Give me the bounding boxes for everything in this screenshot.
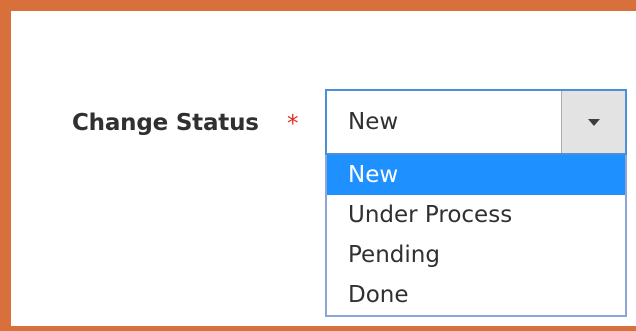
change-status-label: Change Status — [72, 110, 259, 136]
selected-status-value: New — [348, 109, 399, 135]
chevron-down-icon — [588, 119, 600, 126]
required-indicator: * — [287, 111, 299, 137]
option-under-process[interactable]: Under Process — [327, 195, 625, 235]
option-done[interactable]: Done — [327, 275, 625, 315]
dropdown-toggle-button[interactable] — [561, 91, 625, 153]
option-new[interactable]: New — [327, 155, 625, 195]
status-options-list: New Under Process Pending Done — [325, 155, 627, 317]
option-pending[interactable]: Pending — [327, 235, 625, 275]
change-status-select[interactable]: New — [325, 89, 627, 155]
panel-frame: Change Status * New New Under Process Pe… — [0, 0, 636, 331]
